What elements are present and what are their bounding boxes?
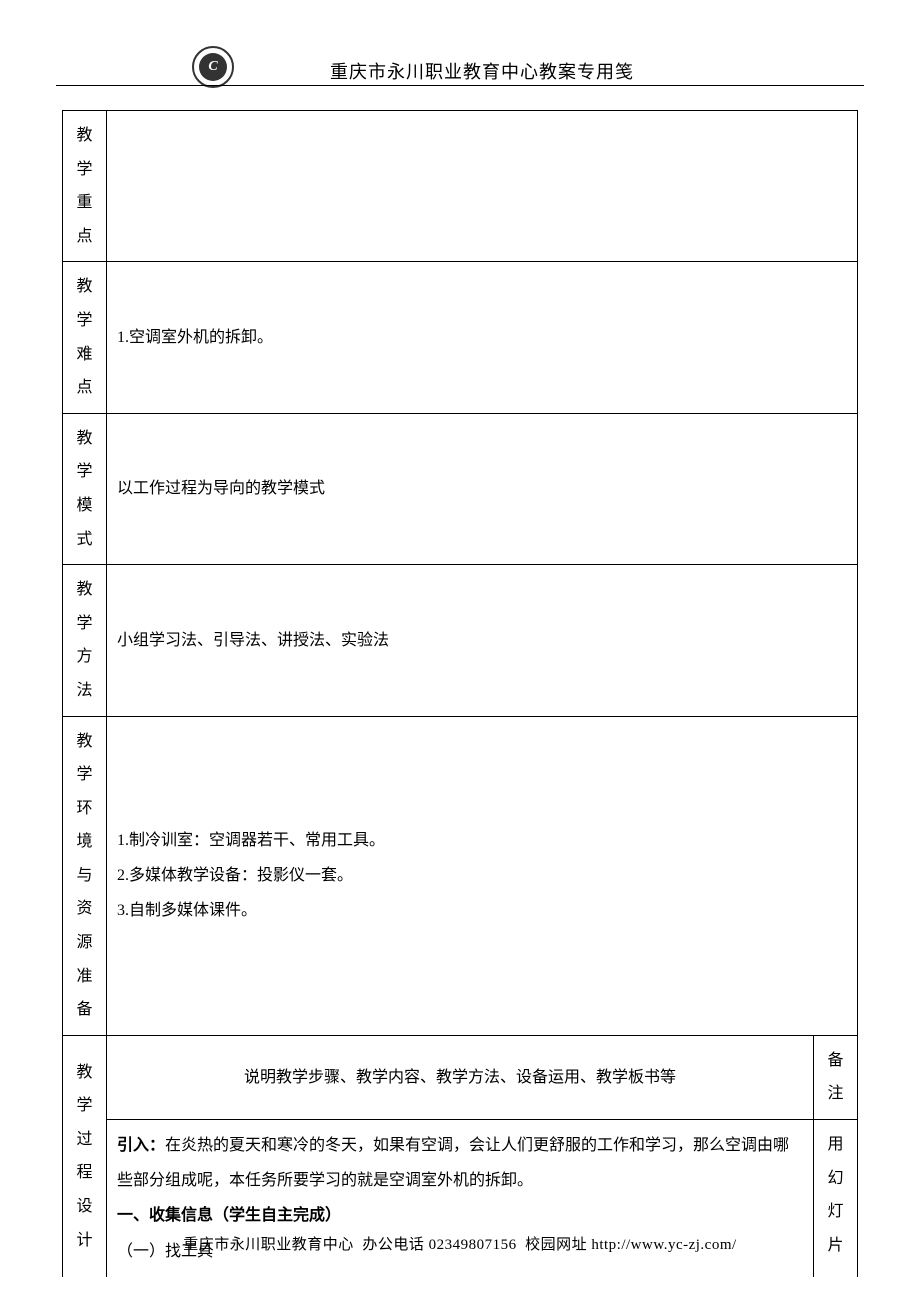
row-method: 教 学 方 法 小组学习法、引导法、讲授法、实验法: [63, 565, 858, 716]
label-char: 设: [73, 1190, 96, 1224]
content-mode: 以工作过程为导向的教学模式: [107, 413, 858, 564]
label-char: 学: [73, 455, 96, 489]
label-char: 教: [73, 270, 96, 304]
intro-text: 在炎热的夏天和寒冷的冬天，如果有空调，会让人们更舒服的工作和学习，那么空调由哪些…: [117, 1137, 789, 1189]
label-char: 教: [73, 1056, 96, 1090]
process-line-section: 一、收集信息（学生自主完成）: [117, 1198, 803, 1233]
label-char: 程: [73, 1156, 96, 1190]
content-method: 小组学习法、引导法、讲授法、实验法: [107, 565, 858, 716]
label-char: 教: [73, 725, 96, 759]
label-char: 过: [73, 1123, 96, 1157]
label-char: 重: [73, 186, 96, 220]
process-line-intro: 引入：在炎热的夏天和寒冷的冬天，如果有空调，会让人们更舒服的工作和学习，那么空调…: [117, 1128, 803, 1198]
label-difficulty: 教 学 难 点: [63, 262, 107, 413]
label-char: 教: [73, 573, 96, 607]
content-resources: 1.制冷训室：空调器若干、常用工具。 2.多媒体教学设备：投影仪一套。 3.自制…: [107, 716, 858, 1035]
row-resources: 教 学 环 境 与 资 源 准 备 1.制冷训室：空调器若干、常用工具。 2.多…: [63, 716, 858, 1035]
label-char: 学: [73, 153, 96, 187]
note-char: 幻: [824, 1162, 847, 1196]
label-char: 准: [73, 960, 96, 994]
label-char: 方: [73, 640, 96, 674]
resource-line: 3.自制多媒体课件。: [117, 893, 847, 928]
label-char: 备: [73, 993, 96, 1027]
note-char: 用: [824, 1128, 847, 1162]
label-char: 点: [73, 220, 96, 254]
school-logo-icon: C: [192, 46, 234, 88]
resource-line: 2.多媒体教学设备：投影仪一套。: [117, 858, 847, 893]
label-char: 学: [73, 304, 96, 338]
process-header: 说明教学步骤、教学内容、教学方法、设备运用、教学板书等: [107, 1035, 814, 1119]
footer-phone: 02349807156: [429, 1237, 517, 1253]
note-char: 灯: [824, 1195, 847, 1229]
label-resources: 教 学 环 境 与 资 源 准 备: [63, 716, 107, 1035]
intro-prefix: 引入：: [117, 1137, 165, 1154]
note-char: 备: [824, 1044, 847, 1078]
footer-org: 重庆市永川职业教育中心: [183, 1237, 354, 1253]
content-key-point: [107, 111, 858, 262]
row-difficulty: 教 学 难 点 1.空调室外机的拆卸。: [63, 262, 858, 413]
note-header: 备 注: [814, 1035, 858, 1119]
page-footer: 重庆市永川职业教育中心 办公电话 02349807156 校园网址 http:/…: [0, 1233, 920, 1254]
header-divider: [56, 85, 864, 86]
label-method: 教 学 方 法: [63, 565, 107, 716]
label-char: 资: [73, 892, 96, 926]
label-char: 境: [73, 825, 96, 859]
note-char: 注: [824, 1077, 847, 1111]
label-char: 点: [73, 371, 96, 405]
row-process-header: 教 学 过 程 设 计 说明教学步骤、教学内容、教学方法、设备运用、教学板书等 …: [63, 1035, 858, 1119]
row-key-point: 教 学 重 点: [63, 111, 858, 262]
footer-phone-label: 办公电话: [362, 1237, 424, 1253]
lesson-plan-table: 教 学 重 点 教 学 难 点 1.空调室外机的拆卸。 教 学 模 式 以工作过…: [62, 110, 858, 1277]
page-header-title: 重庆市永川职业教育中心教案专用笺: [330, 58, 634, 84]
label-char: 式: [73, 523, 96, 557]
label-char: 教: [73, 119, 96, 153]
label-key-point: 教 学 重 点: [63, 111, 107, 262]
label-char: 源: [73, 926, 96, 960]
content-difficulty: 1.空调室外机的拆卸。: [107, 262, 858, 413]
label-char: 环: [73, 792, 96, 826]
footer-url: http://www.yc-zj.com/: [591, 1237, 736, 1253]
resource-line: 1.制冷训室：空调器若干、常用工具。: [117, 823, 847, 858]
label-char: 学: [73, 607, 96, 641]
label-char: 法: [73, 674, 96, 708]
label-char: 模: [73, 489, 96, 523]
label-mode: 教 学 模 式: [63, 413, 107, 564]
footer-url-label: 校园网址: [525, 1237, 587, 1253]
label-char: 学: [73, 1089, 96, 1123]
label-char: 与: [73, 859, 96, 893]
label-char: 难: [73, 338, 96, 372]
row-mode: 教 学 模 式 以工作过程为导向的教学模式: [63, 413, 858, 564]
label-char: 学: [73, 758, 96, 792]
label-char: 教: [73, 422, 96, 456]
